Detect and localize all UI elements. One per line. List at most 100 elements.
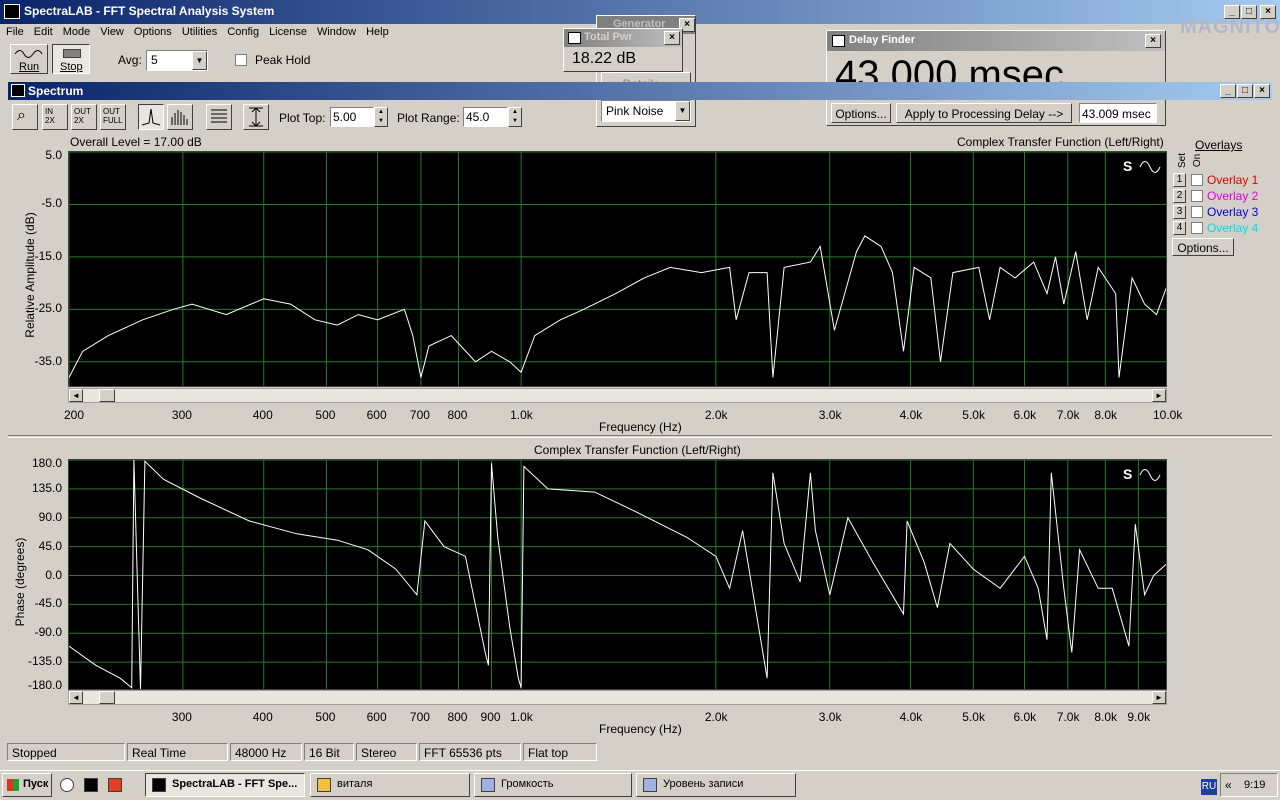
overlay-on-checkbox[interactable]: [1191, 190, 1203, 202]
scroll-right-arrow[interactable]: ►: [1152, 691, 1166, 704]
menu-options[interactable]: Options: [128, 24, 176, 38]
sine-wave-icon[interactable]: [1139, 160, 1161, 174]
menu-utilities[interactable]: Utilities: [176, 24, 221, 38]
snap-icon[interactable]: S: [1123, 158, 1132, 174]
taskbar-task-button[interactable]: виталя: [310, 773, 470, 797]
overlay-set-button[interactable]: 3: [1173, 205, 1186, 219]
app-close-button[interactable]: ×: [1260, 5, 1276, 19]
app-title: SpectraLAB - FFT Spectral Analysis Syste…: [24, 4, 275, 18]
delay-options-button[interactable]: Options...: [831, 103, 891, 123]
zoom-full-button[interactable]: OUT FULL: [100, 104, 126, 130]
delay-finder-close-button[interactable]: ×: [1145, 34, 1161, 48]
overlay-on-checkbox[interactable]: [1191, 174, 1203, 186]
vertical-scale-button[interactable]: [243, 104, 269, 130]
chevron-down-icon[interactable]: ▼: [675, 101, 690, 121]
zoom-out-2x-button[interactable]: OUT 2X: [71, 104, 97, 130]
menu-window[interactable]: Window: [311, 24, 360, 38]
menu-license[interactable]: License: [263, 24, 311, 38]
menu-mode[interactable]: Mode: [57, 24, 95, 38]
bar-mode-button[interactable]: [167, 104, 193, 130]
scroll-thumb[interactable]: [99, 691, 115, 704]
app-maximize-button[interactable]: □: [1241, 5, 1257, 19]
overlay-set-button[interactable]: 2: [1173, 189, 1186, 203]
menu-edit[interactable]: Edit: [28, 24, 57, 38]
spectralab-quick-icon[interactable]: [84, 778, 98, 792]
signal-type-select[interactable]: Pink Noise ▼: [601, 100, 691, 122]
y-tick-label: 5.0: [45, 148, 62, 162]
overlay-on-checkbox[interactable]: [1191, 206, 1203, 218]
total-pwr-close-button[interactable]: ×: [664, 31, 680, 45]
overlays-header[interactable]: Overlays: [1195, 138, 1242, 152]
zoom-in-2x-button[interactable]: IN 2X: [42, 104, 68, 130]
scroll-thumb[interactable]: [99, 389, 115, 402]
peak-hold-checkbox[interactable]: [235, 54, 247, 66]
status-cell: Flat top: [523, 743, 597, 761]
task-label: Уровень записи: [663, 778, 744, 790]
plot-range-spinner[interactable]: ▲ ▼: [508, 107, 522, 127]
spectrum-maximize-button[interactable]: □: [1237, 84, 1253, 98]
overlay-set-button[interactable]: 1: [1173, 173, 1186, 187]
status-cell: Stereo: [356, 743, 417, 761]
overlay-on-checkbox[interactable]: [1191, 222, 1203, 234]
media-icon[interactable]: [108, 778, 122, 792]
line-mode-button[interactable]: [138, 104, 164, 130]
quick-launch-icons[interactable]: [58, 778, 138, 794]
snap-icon[interactable]: S: [1123, 466, 1132, 482]
y-tick-label: -90.0: [34, 625, 62, 640]
upper-horizontal-scrollbar[interactable]: ◄ ►: [68, 388, 1167, 403]
scroll-left-arrow[interactable]: ◄: [69, 389, 83, 402]
avg-select[interactable]: 5 ▼: [146, 50, 208, 71]
sine-wave-icon[interactable]: [1139, 468, 1161, 482]
stop-button[interactable]: Stop: [52, 44, 90, 74]
plot-top-label: Plot Top:: [279, 111, 326, 125]
folder-icon: [317, 778, 331, 792]
taskbar-task-button[interactable]: SpectraLAB - FFT Spe...: [145, 773, 305, 797]
taskbar-task-button[interactable]: Уровень записи: [636, 773, 796, 797]
status-cell: Stopped: [7, 743, 125, 761]
amplitude-plot[interactable]: S: [68, 151, 1167, 387]
start-button[interactable]: Пуск: [2, 773, 52, 797]
app-minimize-button[interactable]: _: [1224, 5, 1240, 19]
zoom-out-2x-icon: OUT 2X: [74, 107, 91, 125]
menu-file[interactable]: File: [0, 24, 28, 38]
series-line: [69, 460, 1166, 689]
run-button[interactable]: Run: [10, 44, 48, 74]
x-tick-label: 9.0k: [1127, 710, 1151, 724]
phase-chart-svg: [69, 460, 1166, 689]
menu-view[interactable]: View: [94, 24, 128, 38]
upper-chart-title: Complex Transfer Function (Left/Right): [957, 135, 1164, 149]
plot-range-input[interactable]: 45.0: [463, 107, 508, 127]
splitter[interactable]: [8, 435, 1272, 438]
overlay-set-button[interactable]: 4: [1173, 221, 1186, 235]
phase-plot[interactable]: S: [68, 459, 1167, 690]
chevron-down-icon[interactable]: ▼: [192, 51, 207, 70]
chevron-left-icon[interactable]: «: [1225, 778, 1232, 792]
x-tick-label: 4.0k: [899, 710, 923, 724]
overlay-options-button[interactable]: Options...: [1172, 238, 1234, 256]
spectrum-minimize-button[interactable]: _: [1220, 84, 1236, 98]
plot-top-spinner[interactable]: ▲ ▼: [374, 107, 388, 127]
taskbar-task-button[interactable]: Громкость: [474, 773, 632, 797]
delay-field[interactable]: 43.009 msec: [1079, 103, 1157, 123]
lang-indicator[interactable]: RU: [1201, 779, 1217, 795]
scroll-left-arrow[interactable]: ◄: [69, 691, 83, 704]
menu-help[interactable]: Help: [360, 24, 393, 38]
apply-delay-button[interactable]: Apply to Processing Delay -->: [896, 103, 1072, 123]
status-cell: FFT 65536 pts: [419, 743, 521, 761]
status-cell: Real Time: [127, 743, 228, 761]
amplitude-chart-svg: [69, 152, 1166, 386]
x-tick-label: 800: [447, 710, 468, 724]
run-wave-icon: [14, 50, 43, 58]
list-button[interactable]: [206, 104, 232, 130]
globe-icon[interactable]: [60, 778, 74, 792]
spectrum-close-button[interactable]: ×: [1254, 84, 1270, 98]
scroll-right-arrow[interactable]: ►: [1152, 389, 1166, 402]
vertical-scale-icon: [249, 107, 263, 127]
plot-top-input[interactable]: 5.00: [330, 107, 374, 127]
lower-horizontal-scrollbar[interactable]: ◄ ►: [68, 690, 1167, 705]
y-tick-label: -25.0: [34, 301, 62, 316]
menu-config[interactable]: Config: [221, 24, 263, 38]
zoom-button[interactable]: ⌕: [12, 104, 38, 130]
lower-x-axis-label: Frequency (Hz): [599, 722, 682, 736]
avg-value: 5: [151, 53, 158, 67]
